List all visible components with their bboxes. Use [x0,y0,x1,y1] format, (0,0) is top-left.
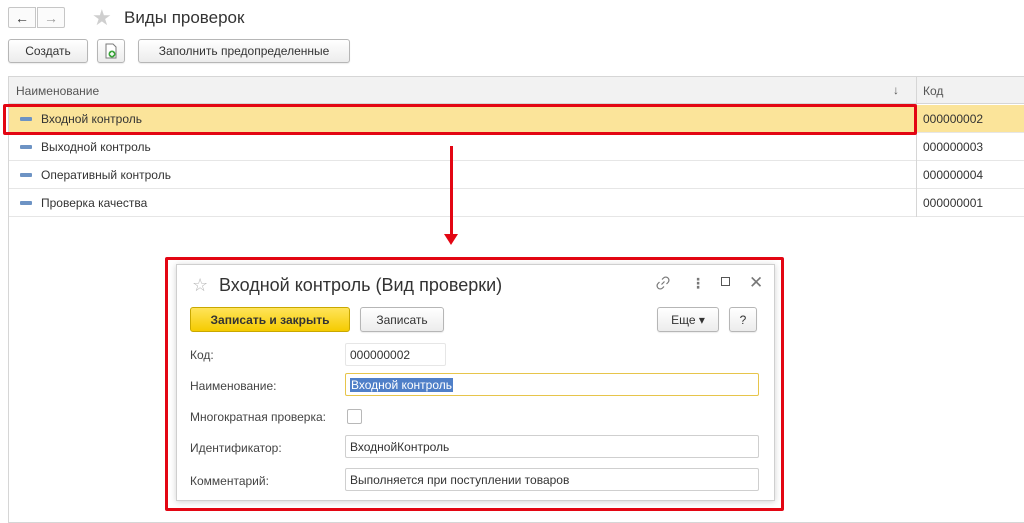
row-code: 000000002 [923,112,984,126]
add-file-button[interactable] [97,39,125,63]
row-code: 000000003 [923,140,984,154]
item-icon [20,145,32,149]
table-row[interactable]: Оперативный контроль 000000004 [9,161,1024,189]
arrow-left-icon: ← [15,9,29,26]
comment-field[interactable]: Выполняется при поступлении товаров [345,468,759,491]
table-row[interactable]: Выходной контроль 000000003 [9,133,1024,161]
row-code: 000000001 [923,196,984,210]
row-name: Проверка качества [41,196,148,210]
multiple-check-checkbox[interactable] [347,409,362,424]
page-title: Виды проверок [124,8,245,27]
column-header-code[interactable]: Код [923,84,943,98]
link-icon[interactable] [655,275,671,294]
help-button[interactable]: ? [729,307,757,332]
save-and-close-button[interactable]: Записать и закрыть [190,307,350,332]
more-menu-button[interactable]: Еще ▾ [657,307,719,332]
add-file-icon [105,43,117,59]
code-label: Код: [190,348,214,362]
column-divider [916,77,917,217]
maximize-icon[interactable] [721,277,730,286]
create-button[interactable]: Создать [8,39,88,63]
more-vertical-icon[interactable]: ⋮ [691,275,705,292]
save-button[interactable]: Записать [360,307,444,332]
forward-button[interactable]: → [37,7,65,28]
column-header-name[interactable]: Наименование [16,84,99,98]
name-field[interactable]: Входной контроль [345,373,759,396]
list-header: Наименование ↓ Код [9,77,1024,104]
row-name: Выходной контроль [41,140,151,154]
annotation-arrow-head [444,234,458,245]
code-field[interactable]: 000000002 [345,343,446,366]
row-code: 000000004 [923,168,984,182]
back-button[interactable]: ← [8,7,36,28]
table-row[interactable]: Проверка качества 000000001 [9,189,1024,217]
sort-down-icon[interactable]: ↓ [893,83,899,97]
selected-text: Входной контроль [350,378,454,392]
item-icon [20,201,32,205]
close-icon[interactable]: ✕ [749,273,763,293]
favorite-star-icon[interactable]: ☆ [192,275,208,296]
arrow-right-icon: → [44,9,58,26]
identifier-label: Идентификатор: [190,441,282,455]
fill-predefined-button[interactable]: Заполнить предопределенные [138,39,350,63]
highlight-frame-row [3,104,917,135]
star-icon[interactable]: ★ [92,6,112,30]
dialog-title: Входной контроль (Вид проверки) [219,275,503,295]
item-icon [20,173,32,177]
item-dialog: ☆ Входной контроль (Вид проверки) ⋮ ✕ За… [176,264,775,501]
multiple-check-label: Многократная проверка: [190,410,327,424]
identifier-field[interactable]: ВходнойКонтроль [345,435,759,458]
comment-label: Комментарий: [190,474,269,488]
row-name: Оперативный контроль [41,168,171,182]
name-label: Наименование: [190,379,277,393]
annotation-arrow [450,146,453,236]
